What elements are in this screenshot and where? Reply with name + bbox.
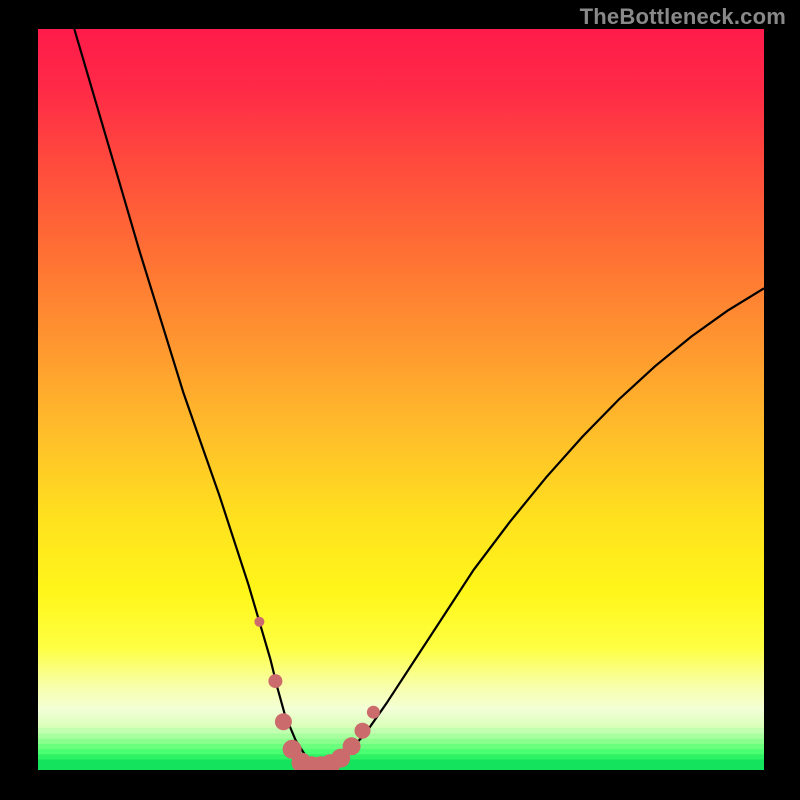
chart-frame: TheBottleneck.com (0, 0, 800, 800)
plot-background (38, 29, 764, 770)
green-stripe-band (38, 728, 764, 771)
chart-svg (0, 0, 800, 800)
watermark-text: TheBottleneck.com (580, 4, 786, 30)
